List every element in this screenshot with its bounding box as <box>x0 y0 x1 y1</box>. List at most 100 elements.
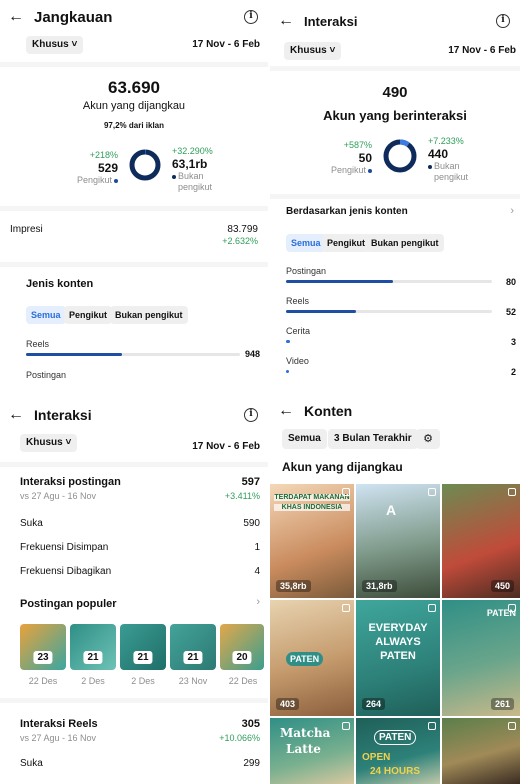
segment-all[interactable]: Semua <box>286 234 326 252</box>
segment-non-followers[interactable]: Bukan pengikut <box>110 306 188 324</box>
reel-icon <box>428 722 436 730</box>
filter-settings-icon[interactable]: ⚙ <box>416 429 440 449</box>
compare-range: vs 27 Agu - 16 Nov <box>20 491 97 501</box>
reels-interactions-value: 305 <box>241 718 260 730</box>
donut-segment-non-followers <box>129 149 161 181</box>
info-icon[interactable]: i <box>244 10 258 24</box>
content-tile[interactable]: PATEN 403 <box>270 600 354 716</box>
shares-row: Frekuensi Dibagikan 4 <box>20 566 260 577</box>
popular-post-thumbnail[interactable]: 21 <box>120 624 166 670</box>
header: ← Jangkauan i <box>0 2 268 32</box>
bar-reels <box>286 310 356 313</box>
non-followers-stat: +7.233% 440 Bukan pengikut <box>428 136 469 182</box>
popular-post-thumbnail[interactable]: 21 <box>70 624 116 670</box>
segment-followers[interactable]: Pengikut <box>64 306 113 324</box>
content-tile[interactable]: Matcha Latte <box>270 718 354 784</box>
page-title: Interaksi <box>34 407 92 423</box>
compare-range: vs 27 Agu - 16 Nov <box>20 733 97 743</box>
filter-dropdown[interactable]: Khusus ˅ <box>26 36 84 54</box>
tile-reach: 450 <box>490 580 514 592</box>
post-count: 23 <box>33 651 53 664</box>
bar-label-reels: Reels <box>26 339 50 349</box>
content-type-title: Jenis konten <box>26 278 94 290</box>
chevron-right-icon[interactable]: › <box>256 596 260 608</box>
date-range: 17 Nov - 6 Feb <box>192 441 260 452</box>
likes-row: Suka 590 <box>20 518 260 529</box>
bar-stories <box>286 340 290 343</box>
filter-dropdown[interactable]: Khusus ˅ <box>284 42 342 60</box>
content-tile[interactable]: A 31,8rb <box>356 484 440 598</box>
bar-value-video: 2 <box>510 367 516 377</box>
back-arrow-icon[interactable]: ← <box>278 12 294 29</box>
bar-value-reels: 948 <box>244 349 260 359</box>
reel-icon <box>342 604 350 612</box>
info-icon[interactable]: i <box>496 14 510 28</box>
bar-video <box>286 370 289 373</box>
reels-interactions-pct: +10.066% <box>219 733 260 743</box>
back-arrow-icon[interactable]: ← <box>8 406 24 423</box>
reach-panel: ← Jangkauan i Khusus ˅ 17 Nov - 6 Feb 63… <box>0 0 268 385</box>
segment-all[interactable]: Semua <box>26 306 66 324</box>
back-arrow-icon[interactable]: ← <box>8 8 24 25</box>
chip-all[interactable]: Semua <box>282 429 327 449</box>
content-panel: ← Konten Semua 3 Bulan Terakhir ⚙ Akun y… <box>270 392 520 784</box>
content-tile[interactable]: PATEN 261 <box>442 600 520 716</box>
reel-icon <box>508 722 516 730</box>
reach-count: 63.690 <box>108 78 160 97</box>
bar-reels <box>26 353 122 356</box>
ads-note: 97,2% dari iklan <box>103 121 165 130</box>
bar-label-posts: Postingan <box>286 266 327 276</box>
tile-reach: 31,8rb <box>362 580 397 592</box>
segment-followers[interactable]: Pengikut <box>322 234 371 252</box>
bar-label-video: Video <box>286 356 309 366</box>
tile-reach: 35,8rb <box>276 580 311 592</box>
chip-last-3-months[interactable]: 3 Bulan Terakhir <box>328 429 418 449</box>
page-title: Konten <box>304 403 353 419</box>
page-title: Interaksi <box>304 13 358 29</box>
interactions-detail-panel: ← Interaksi i Khusus ˅ 17 Nov - 6 Feb In… <box>0 392 268 784</box>
reel-icon <box>342 488 350 496</box>
popular-posts-title: Postingan populer <box>20 598 117 610</box>
content-tile[interactable]: PATEN OPEN 24 HOURS <box>356 718 440 784</box>
content-tile[interactable]: TERDAPAT MAKANAN KHAS INDONESIA 35,8rb <box>270 484 354 598</box>
popular-post-thumbnail[interactable]: 21 <box>170 624 216 670</box>
post-date: 23 Nov <box>178 676 208 686</box>
impressions-pct: +2.632% <box>222 236 258 246</box>
bar-value-stories: 3 <box>510 337 516 347</box>
reel-icon <box>428 488 436 496</box>
date-range: 17 Nov - 6 Feb <box>448 45 516 56</box>
tile-reach: 264 <box>362 698 386 710</box>
reels-interactions-title: Interaksi Reels <box>20 718 98 730</box>
chevron-right-icon[interactable]: › <box>510 205 514 217</box>
post-date: 2 Des <box>81 676 105 686</box>
content-tile[interactable]: 450 <box>442 484 520 598</box>
header: ← Interaksi i <box>0 400 268 430</box>
section-title: Akun yang dijangkau <box>282 460 403 474</box>
bar-value-reels: 52 <box>505 307 516 317</box>
tile-reach: 403 <box>276 698 300 710</box>
interactions-panel: ← Interaksi i Khusus ˅ 17 Nov - 6 Feb 49… <box>270 0 520 385</box>
filter-dropdown[interactable]: Khusus ˅ <box>20 434 78 452</box>
engaged-donut-chart <box>383 139 417 173</box>
reel-icon <box>508 604 516 612</box>
popular-post-thumbnail[interactable]: 23 <box>20 624 66 670</box>
content-tile[interactable]: EVERYDAY ALWAYS PATEN 264 <box>356 600 440 716</box>
popular-post-thumbnail[interactable]: 20 <box>220 624 264 670</box>
info-icon[interactable]: i <box>244 408 258 422</box>
donut-segment-non-followers <box>383 139 417 173</box>
post-count: 21 <box>83 651 103 664</box>
reel-icon <box>508 488 516 496</box>
header: ← Interaksi i <box>270 6 520 36</box>
back-arrow-icon[interactable]: ← <box>278 402 294 419</box>
post-interactions-title: Interaksi postingan <box>20 476 121 488</box>
followers-stat: +587% 50 Pengikut <box>330 140 372 175</box>
reels-likes-row: Suka 299 <box>20 758 260 769</box>
content-tile[interactable] <box>442 718 520 784</box>
reach-donut-chart <box>129 149 161 181</box>
segment-non-followers[interactable]: Bukan pengikut <box>366 234 444 252</box>
followers-stat: +218% 529 Pengikut <box>76 150 118 185</box>
date-range: 17 Nov - 6 Feb <box>192 39 260 50</box>
post-date: 2 Des <box>131 676 155 686</box>
bar-value-posts: 80 <box>505 277 516 287</box>
page-title: Jangkauan <box>34 8 113 26</box>
